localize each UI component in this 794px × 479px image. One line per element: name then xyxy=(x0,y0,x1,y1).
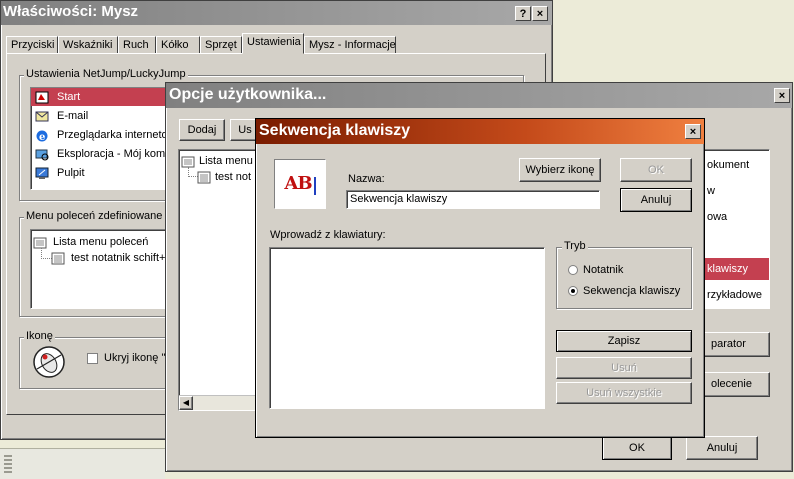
tab-ruch[interactable]: Ruch xyxy=(118,36,156,54)
list-item-start[interactable]: Start xyxy=(31,88,169,106)
add-button[interactable]: Dodaj xyxy=(179,119,225,141)
tab-sprzet[interactable]: Sprzęt xyxy=(200,36,242,54)
tree-root-label: Lista menu xyxy=(199,155,253,167)
keyboard-input-area[interactable] xyxy=(269,247,545,409)
cancel-button[interactable]: Anuluj xyxy=(620,188,692,212)
mouse-icon xyxy=(31,345,67,379)
radio-button[interactable] xyxy=(568,286,578,297)
netjump-group-label: Ustawienia NetJump/LuckyJump xyxy=(24,68,188,80)
key-sequence-window: Sekwencja klawiszy × AB Wybierz ikonę OK… xyxy=(255,118,705,438)
email-icon xyxy=(35,110,49,123)
tab-wskazniki[interactable]: Wskaźniki xyxy=(58,36,118,54)
list-item-label: Przeglądarka internetowa xyxy=(57,129,170,141)
hide-icon-label: Ukryj ikonę " xyxy=(104,352,166,364)
mode-notepad-label: Notatnik xyxy=(583,264,624,276)
right-list-item[interactable]: w xyxy=(707,182,715,200)
mouse-properties-titlebar[interactable]: Właściwości: Mysz ? × xyxy=(1,1,552,25)
checkbox-box[interactable] xyxy=(87,352,98,364)
cancel-button[interactable]: Anuluj xyxy=(686,436,758,460)
desktop-icon xyxy=(35,167,49,180)
close-icon[interactable]: × xyxy=(685,124,701,139)
choose-icon-button[interactable]: Wybierz ikonę xyxy=(519,158,601,182)
mode-sequence-label: Sekwencja klawiszy xyxy=(583,285,681,297)
notepad-icon xyxy=(197,171,211,184)
command-tree[interactable]: Lista menu test not ◀ xyxy=(178,149,266,411)
mode-group xyxy=(556,247,692,309)
tab-ustawienia[interactable]: Ustawienia xyxy=(242,33,304,54)
list-folder-icon xyxy=(33,236,47,249)
notepad-icon xyxy=(51,252,65,265)
tree-root-label: Lista menu poleceń xyxy=(53,236,149,248)
list-item-label: Start xyxy=(57,91,81,103)
netjump-list[interactable]: Start E-mail e Przeglądarka internetowa E… xyxy=(30,87,170,190)
list-item-browser[interactable]: e Przeglądarka internetowa xyxy=(31,126,169,144)
grip-icon xyxy=(4,455,12,473)
tab-przyciski[interactable]: Przyciski xyxy=(6,36,58,54)
key-sequence-title: Sekwencja klawiszy xyxy=(259,122,411,139)
name-input[interactable]: Sekwencja klawiszy xyxy=(346,190,600,209)
icon-group-label: Ikonę xyxy=(24,330,55,342)
radio-button[interactable] xyxy=(568,265,578,276)
name-label: Nazwa: xyxy=(348,173,385,185)
mode-sequence-radio[interactable]: Sekwencja klawiszy xyxy=(568,285,680,297)
mode-group-label: Tryb xyxy=(562,240,588,252)
taskbar-fragment xyxy=(0,448,165,479)
tree-child[interactable]: test notatnik schift+F xyxy=(51,249,170,267)
ie-browser-icon: e xyxy=(35,129,49,143)
start-icon xyxy=(35,91,49,104)
scroll-left-icon[interactable]: ◀ xyxy=(179,396,193,410)
close-icon[interactable]: × xyxy=(532,6,548,21)
user-options-titlebar[interactable]: Opcje użytkownika... × xyxy=(166,83,792,108)
save-button[interactable]: Zapisz xyxy=(556,330,692,352)
delete-all-button[interactable]: Usuń wszystkie xyxy=(556,382,692,404)
tab-mysz-informacje[interactable]: Mysz - Informacje xyxy=(304,36,396,54)
menu-commands-tree[interactable]: Lista menu poleceń test notatnik schift+… xyxy=(30,229,170,309)
tab-strip: Przyciski Wskaźniki Ruch Kółko Sprzęt Us… xyxy=(6,33,546,54)
tree-child-label: test not xyxy=(215,171,252,183)
keyboard-input-label: Wprowadź z klawiatury: xyxy=(270,229,386,241)
list-item-label: E-mail xyxy=(57,110,89,122)
list-item-explorer[interactable]: Eksploracja - Mój komputer xyxy=(31,145,169,163)
mouse-properties-title: Właściwości: Mysz xyxy=(3,3,139,20)
list-folder-icon xyxy=(181,155,195,168)
delete-button[interactable]: Usuń xyxy=(556,357,692,379)
ok-button[interactable]: OK xyxy=(620,158,692,182)
cursor-bar-icon xyxy=(313,177,316,196)
tree-child[interactable]: test not xyxy=(197,168,251,186)
tab-kolko[interactable]: Kółko xyxy=(156,36,200,54)
close-icon[interactable]: × xyxy=(774,88,790,103)
explorer-icon xyxy=(35,148,49,161)
list-item-label: Pulpit xyxy=(57,167,85,179)
tree-child-label: test notatnik schift+F xyxy=(71,252,170,264)
user-options-title: Opcje użytkownika... xyxy=(169,86,327,103)
hide-icon-checkbox[interactable]: Ukryj ikonę " xyxy=(87,352,165,364)
svg-text:e: e xyxy=(39,132,45,142)
mode-notepad-radio[interactable]: Notatnik xyxy=(568,264,623,276)
menu-commands-group-label: Menu poleceń zdefiniowane p xyxy=(24,210,174,222)
horizontal-scrollbar[interactable]: ◀ xyxy=(179,395,265,410)
list-item-label: Eksploracja - Mój komputer xyxy=(57,148,170,160)
key-sequence-titlebar[interactable]: Sekwencja klawiszy × xyxy=(256,119,704,144)
right-list-item[interactable]: okument xyxy=(707,156,749,174)
list-item-email[interactable]: E-mail xyxy=(31,107,169,125)
ok-button[interactable]: OK xyxy=(602,436,672,460)
list-item-desktop[interactable]: Pulpit xyxy=(31,164,169,182)
ab-text-icon: AB xyxy=(284,173,312,194)
right-list-item[interactable]: owa xyxy=(707,208,727,226)
right-list-item[interactable]: rzykładowe xyxy=(707,286,762,304)
help-button[interactable]: ? xyxy=(515,6,531,21)
icon-preview[interactable]: AB xyxy=(274,159,326,209)
